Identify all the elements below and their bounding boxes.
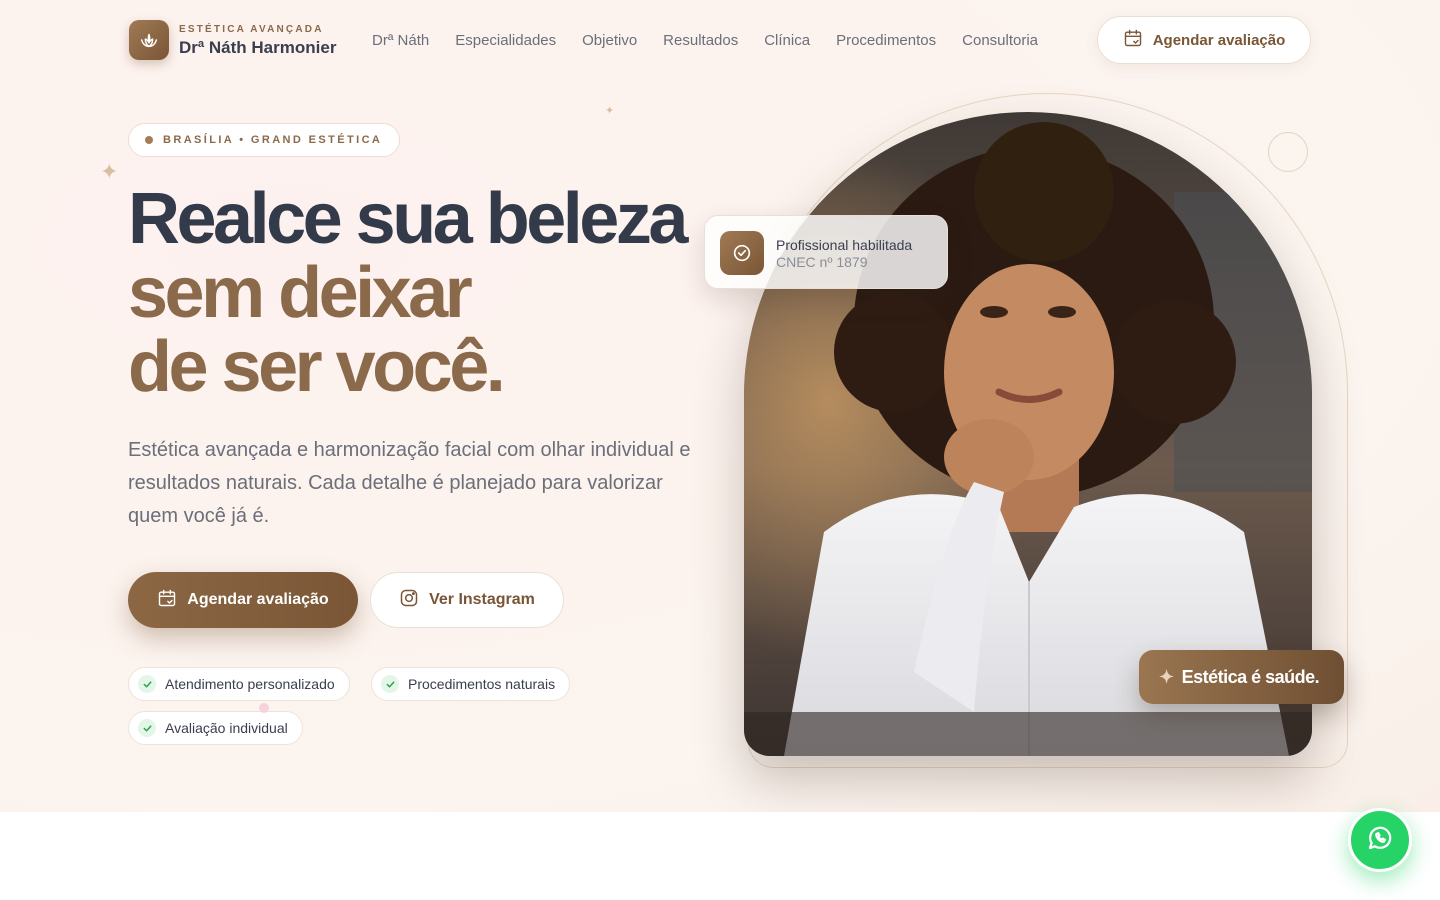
decorative-dot: [259, 703, 269, 713]
check-icon: [381, 675, 399, 693]
feature-pill: Atendimento personalizado: [128, 667, 350, 701]
tagline-card: ✦ Estética é saúde.: [1139, 650, 1344, 704]
hero-description: Estética avançada e harmonização facial …: [128, 439, 691, 527]
calendar-icon: [1123, 28, 1143, 52]
feature-pill: Avaliação individual: [128, 711, 303, 745]
credential-card: Profissional habilitada CNEC nº 1879: [704, 215, 948, 289]
location-badge-label: BRASÍLIA • GRAND ESTÉTICA: [163, 134, 383, 146]
hero-section: ESTÉTICA AVANÇADA Drª Náth Harmonier Drª…: [0, 0, 1440, 812]
primary-button-label: Agendar avaliação: [187, 591, 329, 608]
nav-item-procedimentos[interactable]: Procedimentos: [836, 32, 936, 49]
sparkle-icon: ✦: [605, 105, 615, 117]
instagram-icon: [399, 588, 419, 613]
schedule-evaluation-button[interactable]: Agendar avaliação: [128, 572, 358, 628]
sparkle-icon: ✦: [100, 159, 119, 184]
nav-item-clinica[interactable]: Clínica: [764, 32, 810, 49]
brand-subtitle: ESTÉTICA AVANÇADA: [179, 24, 324, 35]
headline-line-3: de ser você.: [128, 327, 506, 407]
credential-number: CNEC nº 1879: [776, 254, 868, 270]
badge-check-icon: [720, 231, 764, 275]
feature-label: Atendimento personalizado: [165, 676, 335, 692]
secondary-button-label: Ver Instagram: [429, 591, 535, 608]
nav-item-resultados[interactable]: Resultados: [663, 32, 738, 49]
brand-name[interactable]: Drª Náth Harmonier: [179, 38, 336, 58]
feature-label: Procedimentos naturais: [408, 676, 556, 692]
lotus-icon[interactable]: [129, 20, 169, 60]
main-nav: Drª Náth Especialidades Objetivo Resulta…: [372, 32, 1038, 49]
location-badge: BRASÍLIA • GRAND ESTÉTICA: [128, 123, 400, 157]
header-schedule-button[interactable]: Agendar avaliação: [1097, 16, 1311, 64]
nav-item-consultoria[interactable]: Consultoria: [962, 32, 1038, 49]
credential-title: Profissional habilitada: [776, 237, 913, 253]
whatsapp-icon: [1365, 823, 1395, 858]
whatsapp-button[interactable]: [1348, 808, 1412, 872]
nav-item-drath[interactable]: Drª Náth: [372, 32, 429, 49]
sparkle-icon: ✦: [1159, 666, 1174, 687]
nav-item-objetivo[interactable]: Objetivo: [582, 32, 637, 49]
feature-label: Avaliação individual: [165, 720, 288, 736]
tagline-text: Estética é saúde.: [1181, 666, 1320, 687]
headline-line-2: sem deixar: [128, 253, 473, 333]
badge-dot: [145, 136, 153, 144]
check-icon: [138, 675, 156, 693]
header-cta-label: Agendar avaliação: [1152, 31, 1286, 49]
decorative-ring: [1268, 132, 1308, 172]
feature-pill: Procedimentos naturais: [371, 667, 571, 701]
check-icon: [138, 719, 156, 737]
calendar-icon: [157, 588, 177, 613]
hero-headline: Realce sua beleza sem deixar de ser você…: [128, 182, 728, 404]
nav-item-especialidades[interactable]: Especialidades: [455, 32, 556, 49]
headline-line-1: Realce sua beleza: [128, 179, 688, 259]
view-instagram-button[interactable]: Ver Instagram: [370, 572, 564, 628]
